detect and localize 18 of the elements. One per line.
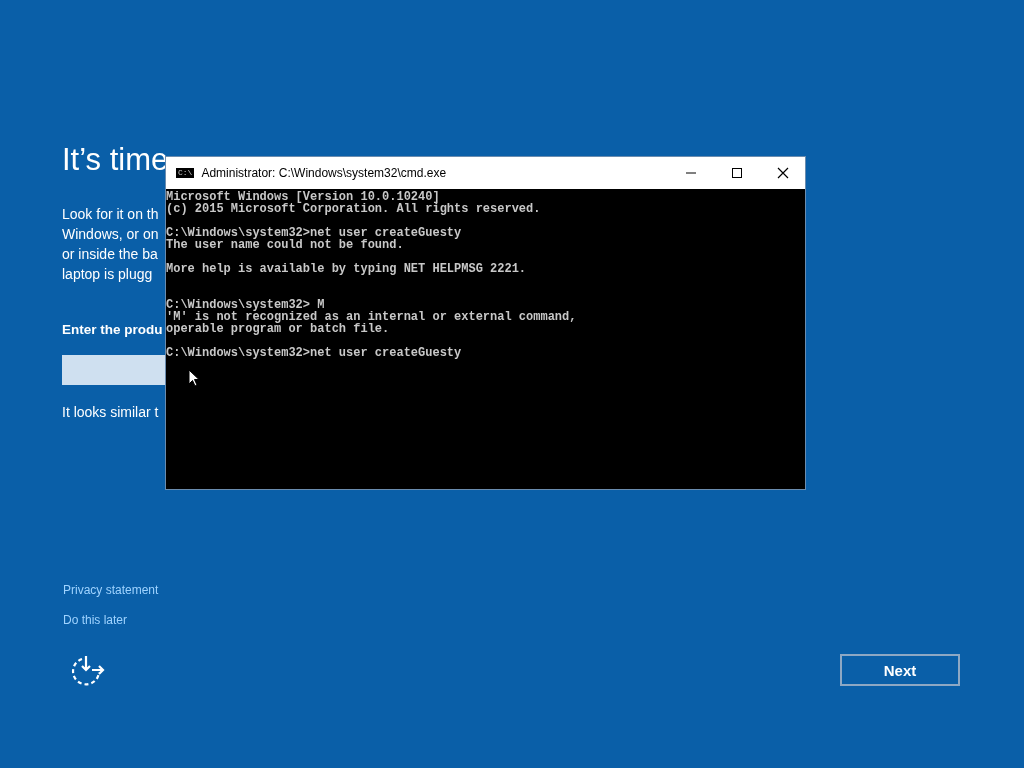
field-label: Enter the produ <box>62 321 164 339</box>
page-heading: It’s time <box>62 142 165 178</box>
close-icon[interactable] <box>777 167 789 179</box>
window-title: Administrator: C:\Windows\system32\cmd.exe <box>201 166 447 180</box>
product-key-field[interactable] <box>62 355 165 385</box>
accessibility-icon[interactable] <box>70 654 106 686</box>
console-icon: C:\ <box>176 168 195 178</box>
hint-text: It looks similar t <box>62 403 160 422</box>
description-text: laptop is plugg <box>62 265 154 284</box>
link[interactable]: Privacy statement <box>63 583 159 597</box>
maximize-icon[interactable] <box>731 167 743 179</box>
console-output: Microsoft Windows [Version 10.0.10240] (c) 2015 Microsoft Corporation. All rights reserved. C:\Windows\system32>net user createGuesty The user name could not be found. More help is available by typing NET HELPMSG 2221. C:\Windows\system32> M 'M' is not recognized as an internal or external command, operable program or batch file. C:\Windows\system32>net user createGuesty <box>166 189 578 359</box>
link[interactable]: Do this later <box>63 613 159 627</box>
description-text: Look for it on th <box>62 205 160 224</box>
description-text: or inside the ba <box>62 245 159 264</box>
description-text: Windows, or on <box>62 225 160 244</box>
next-button[interactable]: Next <box>840 654 960 686</box>
mouse-pointer-icon <box>188 369 200 387</box>
